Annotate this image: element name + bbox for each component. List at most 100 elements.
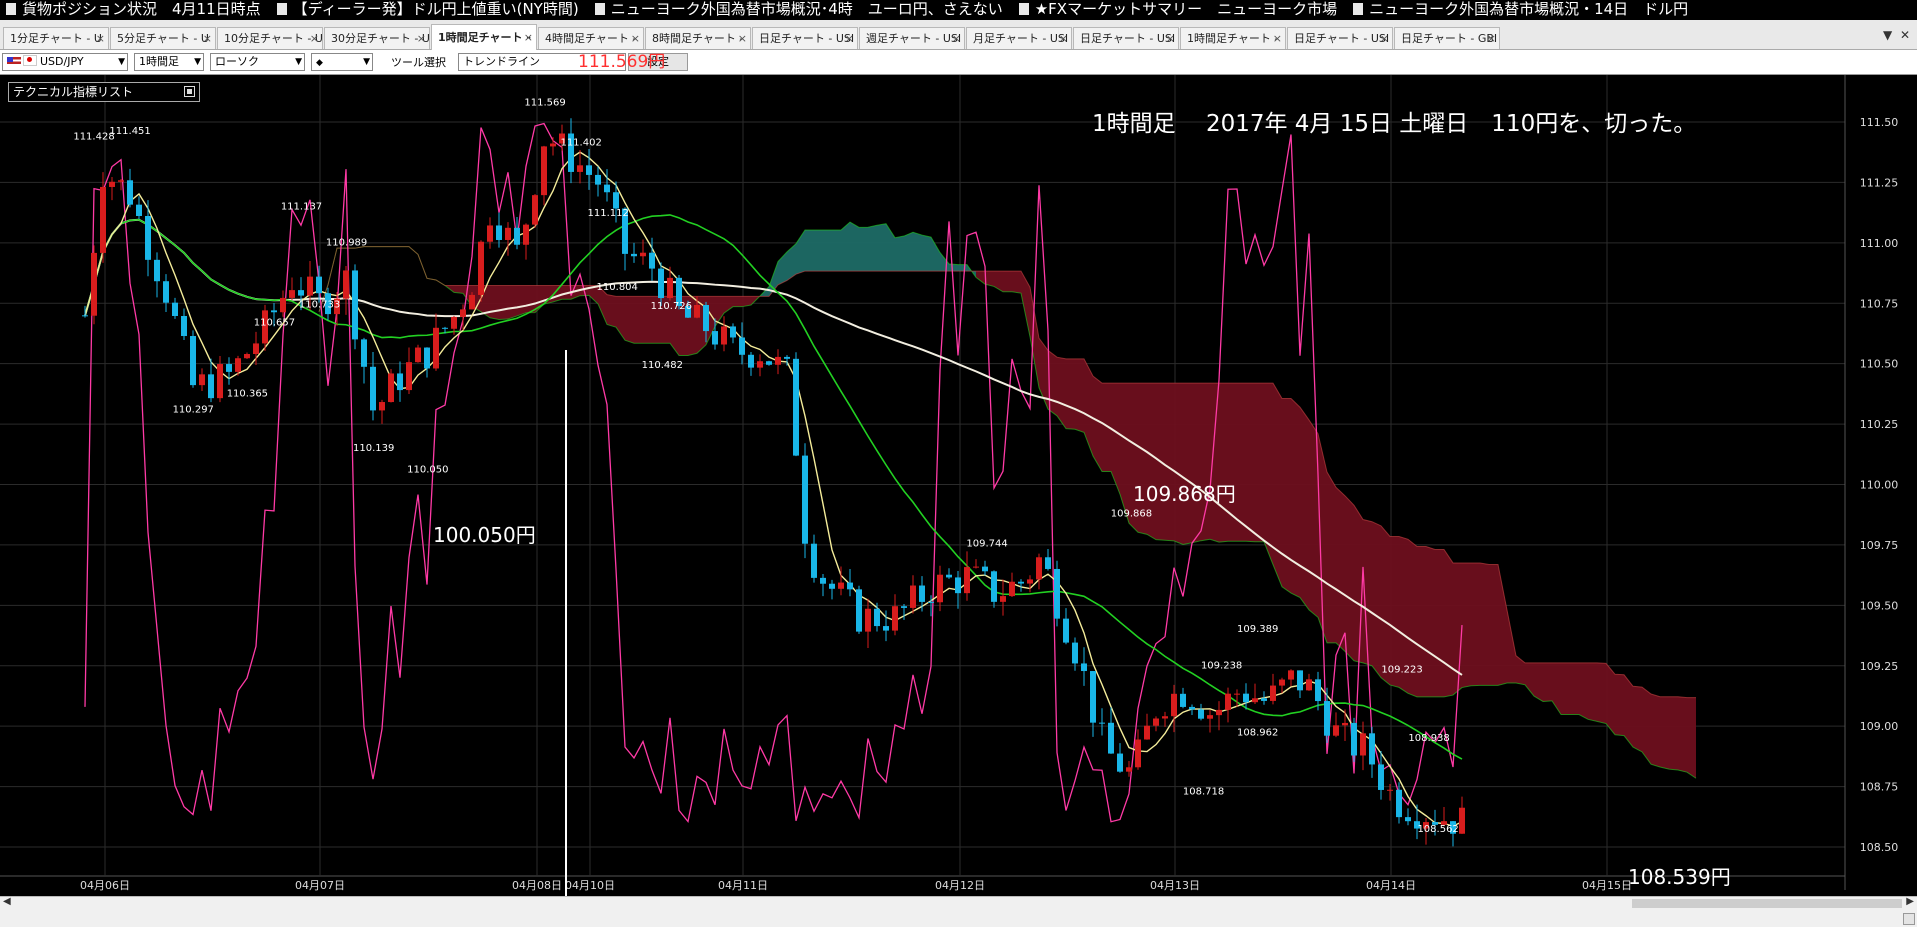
candle-body <box>1144 725 1150 740</box>
candle-body <box>811 543 817 578</box>
cloud-segment <box>1426 546 1435 697</box>
horizontal-scrollbar[interactable]: ◀ ▶ <box>0 896 1917 911</box>
tab-close-icon[interactable]: × <box>738 28 747 49</box>
scroll-left-icon[interactable]: ◀ <box>3 896 11 907</box>
cloud-segment <box>1624 674 1633 748</box>
candle-body <box>712 331 718 345</box>
chart-tab[interactable]: 日足チャート - USI × <box>752 27 858 49</box>
price-label: 108.718 <box>1183 786 1224 797</box>
candle-body <box>946 574 952 578</box>
chart-tab[interactable]: 日足チャート - USI × <box>1287 27 1393 49</box>
candle-body <box>793 358 799 456</box>
tab-close-icon[interactable]: × <box>1487 28 1496 49</box>
price-label: 111.402 <box>560 138 601 149</box>
candle-body <box>1306 679 1312 691</box>
chevron-down-icon: ▼ <box>363 57 370 67</box>
chart-tab-bar: ▼ ✕ 1分足チャート - U × 5分足チャート - U × 10分足チャート - U… <box>0 20 1917 50</box>
chart-tab[interactable]: 1時間足チャート - × <box>431 24 537 50</box>
candle-body <box>1459 807 1465 834</box>
candle-body <box>433 327 439 369</box>
drawing-color-select[interactable]: ◆ ▼ <box>311 53 373 71</box>
cloud-segment <box>1642 687 1651 765</box>
chart-tab[interactable]: 8時間足チャート - × <box>645 27 751 49</box>
cloud-segment <box>1489 564 1498 686</box>
price-label: 108.962 <box>1237 727 1278 738</box>
candle-body <box>1324 701 1330 736</box>
candle-body <box>928 601 934 603</box>
tab-close-icon[interactable]: × <box>310 28 319 49</box>
chart-type-select[interactable]: ローソク ▼ <box>210 53 305 71</box>
tab-close-icon[interactable]: × <box>203 28 212 49</box>
x-tick-label: 04月11日 <box>718 879 768 892</box>
chart-tab[interactable]: 10分足チャート - U × <box>217 27 323 49</box>
news-item[interactable]: 貨物ポジション状況 4月11日時点 <box>0 0 271 18</box>
cloud-segment <box>1273 383 1282 587</box>
cloud-segment <box>1471 562 1480 686</box>
price-label: 110.297 <box>173 405 214 416</box>
cloud-segment <box>733 296 742 307</box>
tab-close-icon[interactable]: × <box>1166 28 1175 49</box>
chart-tab[interactable]: 30分足チャート - U × <box>324 27 430 49</box>
cloud-segment <box>1165 383 1174 541</box>
cloud-segment <box>859 227 868 272</box>
candle-body <box>802 455 808 544</box>
news-item[interactable]: ニューヨーク外国為替市場概況・14日 ドル円 <box>1347 0 1698 18</box>
resize-grip-icon[interactable] <box>1903 913 1915 925</box>
y-tick-label: 111.50 <box>1860 116 1899 129</box>
candle-body <box>1072 642 1078 664</box>
tab-close-icon[interactable]: × <box>96 28 105 49</box>
technical-indicator-list[interactable]: テクニカル指標リスト <box>8 82 200 102</box>
x-tick-label: 04月13日 <box>1150 879 1200 892</box>
chart-tab[interactable]: 5分足チャート - U × <box>110 27 216 49</box>
cloud-segment <box>1255 383 1264 542</box>
chart-tab[interactable]: 1分足チャート - U × <box>3 27 109 49</box>
candle-body <box>100 186 106 253</box>
current-price-label: 111.569円 <box>578 52 666 72</box>
news-headline: 貨物ポジション状況 4月11日時点 <box>22 0 261 18</box>
x-tick-label: 04月06日 <box>80 879 130 892</box>
candle-body <box>1315 679 1321 702</box>
y-tick-label: 110.00 <box>1860 479 1899 492</box>
close-tab-icon[interactable]: ✕ <box>1900 28 1910 42</box>
cloud-segment <box>1678 696 1687 773</box>
chart-tab[interactable]: 4時間足チャート - × <box>538 27 644 49</box>
chart-tab[interactable]: 1時間足チャート - × <box>1180 27 1286 49</box>
news-ticker[interactable]: 貨物ポジション状況 4月11日時点 【ディーラー発】ドル円上値重い(NY時間) ニュ… <box>0 0 1917 20</box>
currency-pair-select[interactable]: USD/JPY ▼ <box>2 53 128 71</box>
news-item[interactable]: ニューヨーク外国為替市場概況･4時 ユーロ円、さえない <box>589 0 1013 18</box>
tab-close-icon[interactable]: × <box>1273 28 1282 49</box>
tab-label: 日足チャート - USI <box>1080 32 1176 45</box>
news-item[interactable]: ★FXマーケットサマリー ニューヨーク市場 <box>1013 0 1347 18</box>
candle-body <box>1288 670 1294 680</box>
tab-close-icon[interactable]: × <box>1380 28 1389 49</box>
news-headline: ニューヨーク外国為替市場概況・14日 ドル円 <box>1369 0 1689 18</box>
x-tick-label: 04月14日 <box>1366 879 1416 892</box>
collapse-icon[interactable] <box>184 86 195 97</box>
cloud-segment <box>1183 383 1192 545</box>
price-label: 110.482 <box>642 360 683 371</box>
news-item[interactable]: 【ディーラー発】ドル円上値重い(NY時間) <box>271 0 589 18</box>
tab-close-icon[interactable]: × <box>524 25 533 50</box>
candle-body <box>1162 716 1168 719</box>
scroll-right-icon[interactable]: ▶ <box>1906 896 1914 907</box>
news-headline: ★FXマーケットサマリー ニューヨーク市場 <box>1034 0 1338 18</box>
candle-body <box>550 143 556 147</box>
tab-close-icon[interactable]: × <box>1059 28 1068 49</box>
chart-tab[interactable]: 月足チャート - USI × <box>966 27 1072 49</box>
timeframe-select[interactable]: 1時間足 ▼ <box>134 53 204 71</box>
candle-body <box>514 227 520 245</box>
chart-tab[interactable]: 日足チャート - GBI × <box>1394 27 1500 49</box>
candle-body <box>775 356 781 365</box>
tab-close-icon[interactable]: × <box>845 28 854 49</box>
chart-tab[interactable]: 週足チャート - USI × <box>859 27 965 49</box>
tab-close-icon[interactable]: × <box>417 28 426 49</box>
candle-body <box>397 373 403 391</box>
tab-list-dropdown-icon[interactable]: ▼ <box>1883 28 1892 42</box>
tab-close-icon[interactable]: × <box>952 28 961 49</box>
scrollbar-thumb[interactable] <box>1632 899 1902 908</box>
price-chart[interactable]: 111.428111.451110.297110.365110.657111.1… <box>0 75 1917 896</box>
tab-close-icon[interactable]: × <box>631 28 640 49</box>
chart-tab[interactable]: 日足チャート - USI × <box>1073 27 1179 49</box>
cloud-segment <box>1516 655 1525 685</box>
candle-body <box>586 165 592 175</box>
